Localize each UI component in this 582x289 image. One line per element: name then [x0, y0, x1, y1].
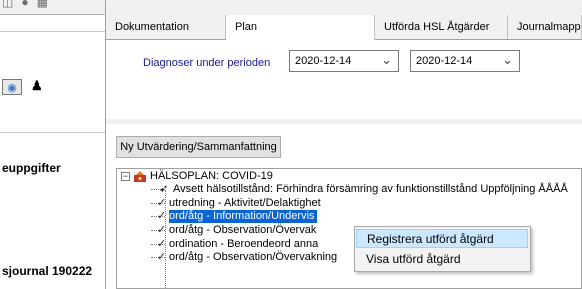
tree-item-label: ord/åtg - Observation/Övervakning [169, 251, 338, 263]
pointer-icon: ➶ [159, 183, 169, 195]
menu-item-visa[interactable]: Visa utförd åtgärd [356, 250, 528, 269]
divider [0, 31, 105, 32]
left-item-journal[interactable]: sjournal 190222 [2, 264, 92, 278]
tree-item-label: utredning - Aktivitet/Delaktighet [169, 197, 321, 209]
check-icon: ✓ [157, 210, 167, 222]
date-to-value: 2020-12-14 [416, 55, 473, 67]
tab-journalmapp[interactable]: Journalmapp [508, 15, 582, 39]
chart-icon[interactable]: ▦ [37, 0, 48, 11]
date-to-select[interactable]: 2020-12-14 ⌄ [410, 50, 520, 72]
collapse-icon[interactable]: − [121, 172, 130, 181]
ny-utvardering-button[interactable]: Ny Utvärdering/Sammanfattning [116, 136, 281, 158]
left-pane: ◫ ● ▦ ◉ ♟ euppgifter sjournal 190222 [0, 0, 106, 289]
record-icon[interactable]: ● [21, 0, 28, 11]
check-icon: ✓ [157, 251, 167, 263]
tab-strip: Dokumentation Plan Utförda HSL Åtgärder … [106, 15, 582, 40]
menu-item-registrera[interactable]: Registrera utförd åtgärd [356, 229, 528, 248]
tree-item-label: Avsett hälsotillstånd: Förhindra försämr… [173, 183, 568, 195]
chevron-down-icon[interactable]: ⌄ [381, 52, 392, 68]
person-icon[interactable]: ♟ [31, 78, 43, 94]
divider [0, 132, 105, 133]
tab-dokumentation[interactable]: Dokumentation [106, 15, 226, 39]
tree-item-label: ord/åtg - Observation/Övervak [169, 224, 317, 236]
context-menu: Registrera utförd åtgärd Visa utförd åtg… [354, 226, 531, 272]
tab-utforda-hsl[interactable]: Utförda HSL Åtgärder [375, 15, 508, 39]
left-toolbar-icons: ◫ ● ▦ [2, 0, 48, 11]
tab-plan[interactable]: Plan [226, 15, 375, 40]
tree-item-label: ordination - Beroendeord anna [169, 238, 319, 250]
period-label: Diagnoser under perioden [143, 57, 271, 69]
left-item-uppgifter[interactable]: euppgifter [2, 161, 61, 175]
healthplan-icon [134, 171, 146, 182]
chevron-down-icon[interactable]: ⌄ [502, 52, 513, 68]
left-toolbar: ◫ ● ▦ [0, 0, 105, 15]
view-icon[interactable]: ◉ [2, 79, 22, 95]
check-icon: ✓ [157, 238, 167, 250]
tree-item-label: ord/åtg - Information/Undervis [169, 210, 317, 223]
tree-root-label: HÄLSOPLAN: COVID-19 [150, 170, 273, 182]
section-divider [106, 119, 582, 124]
date-from-select[interactable]: 2020-12-14 ⌄ [289, 50, 399, 72]
check-icon: ✓ [157, 197, 167, 209]
check-icon: ✓ [157, 224, 167, 236]
page-icon[interactable]: ◫ [2, 0, 13, 11]
date-from-value: 2020-12-14 [295, 55, 352, 67]
